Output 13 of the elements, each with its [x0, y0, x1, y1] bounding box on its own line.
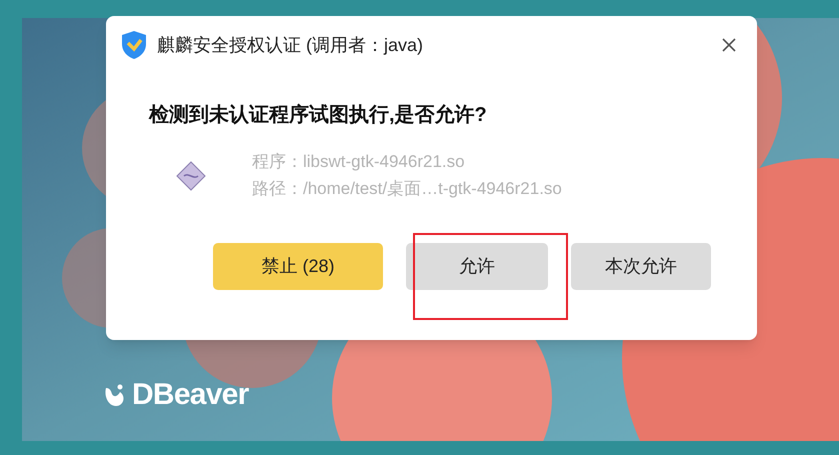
shield-icon: [120, 30, 148, 60]
brand-name: DBeaver: [132, 380, 248, 410]
detail-value: /home/test/桌面…t-gtk-4946r21.so: [303, 178, 562, 200]
dialog-button[interactable]: 本次允许: [571, 243, 711, 290]
dialog-button[interactable]: 禁止 (28): [213, 243, 383, 290]
detail-label: 程序：: [252, 151, 303, 173]
dialog-heading: 检测到未认证程序试图执行,是否允许?: [149, 102, 488, 128]
dialog-button[interactable]: 允许: [406, 243, 548, 290]
detail-value: libswt-gtk-4946r21.so: [303, 151, 465, 173]
close-icon: [722, 38, 736, 52]
library-file-icon: [175, 160, 207, 192]
detail-label: 路径：: [252, 178, 303, 200]
dialog-title: 麒麟安全授权认证 (调用者：java): [157, 34, 424, 57]
